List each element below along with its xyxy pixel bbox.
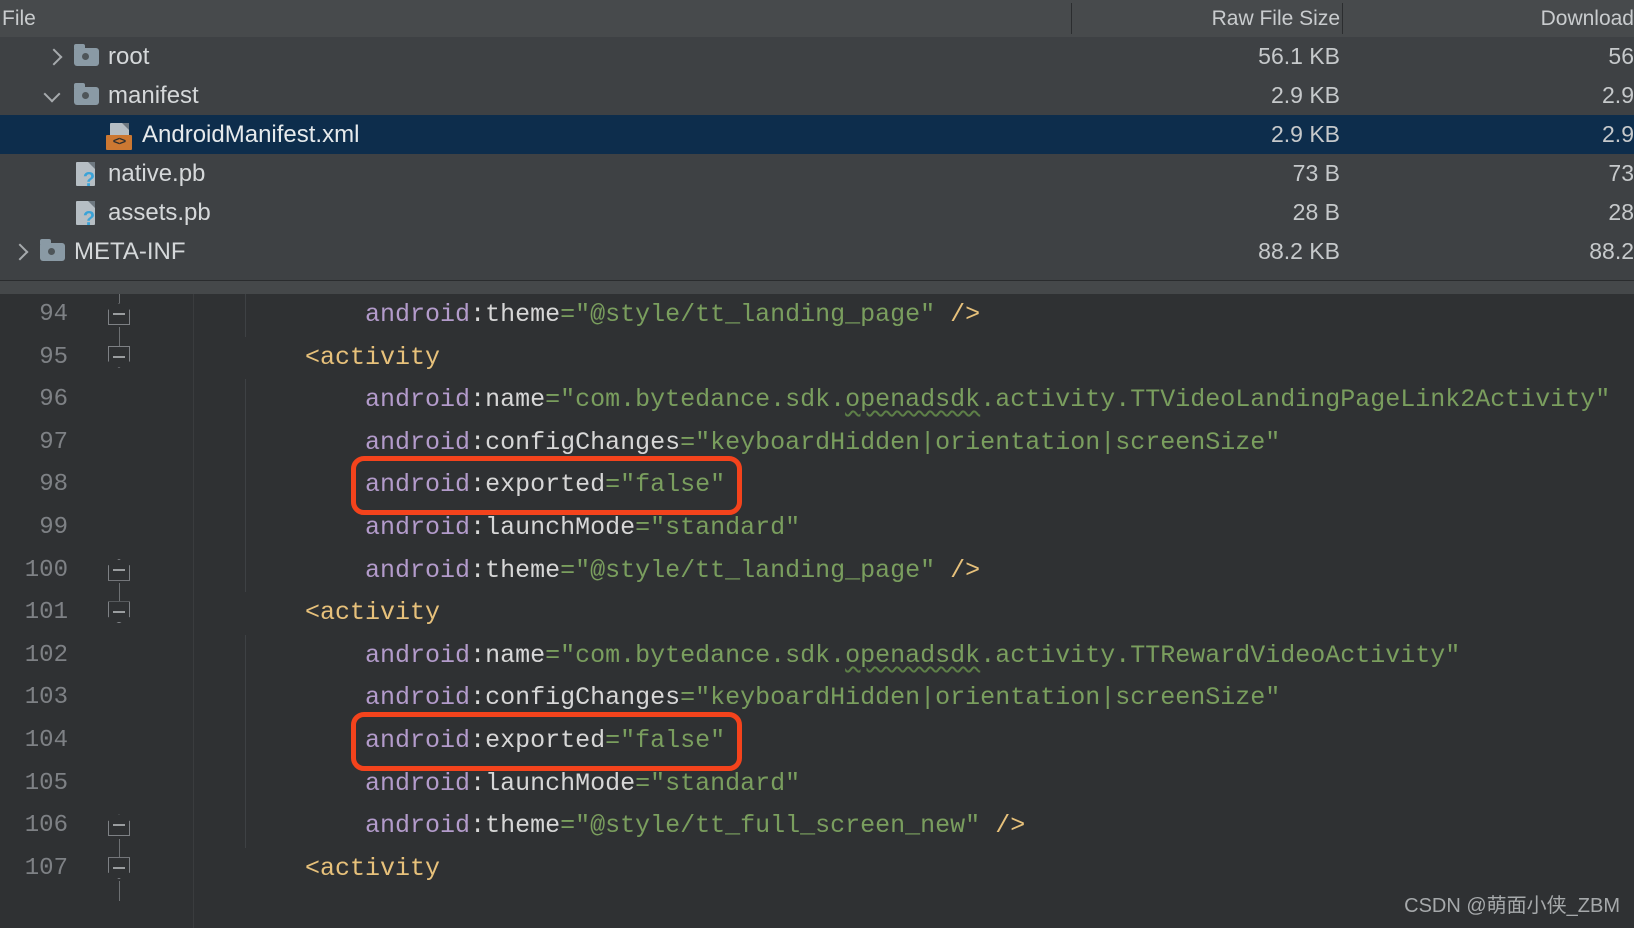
column-header-download-size[interactable]: Download (1346, 0, 1634, 37)
line-number[interactable]: 98 (0, 464, 68, 507)
line-number[interactable]: 100 (0, 550, 68, 593)
code-line-text: android:launchMode="standard" (365, 768, 801, 798)
code-fold-end-icon[interactable] (108, 601, 132, 625)
folder-icon (72, 37, 102, 76)
tree-row-download-size: 73 (1608, 160, 1634, 186)
code-line-text: android:theme="@style/tt_landing_page" /… (365, 300, 981, 329)
line-number[interactable]: 106 (0, 805, 68, 848)
tree-row[interactable]: <> AndroidManifest.xml 2.9 KB 2.9 (0, 115, 1634, 154)
fold-connector-line (119, 327, 121, 346)
code-fold-end-icon[interactable] (108, 345, 132, 370)
editor-line[interactable]: 107 <activity (0, 848, 1634, 891)
tree-row-raw-size: 56.1 KB (1258, 43, 1340, 69)
code-fold-end-icon[interactable] (108, 857, 132, 881)
editor-line[interactable]: 101 <activity (0, 592, 1634, 635)
tree-row[interactable]: root 56.1 KB 56 (0, 37, 1634, 76)
line-number[interactable]: 103 (0, 677, 68, 720)
code-line-text: <activity (305, 598, 441, 628)
code-editor[interactable]: 94 android:theme="@style/tt_landing_page… (0, 294, 1634, 928)
tree-row[interactable]: ? native.pb 73 B 73 (0, 154, 1634, 193)
code-line-text: <activity (305, 853, 441, 883)
code-line-text: android:theme="@style/tt_full_screen_new… (365, 811, 1026, 841)
code-line-text: <activity (305, 342, 441, 372)
tree-row-label: assets.pb (108, 199, 211, 226)
indent-guide (245, 294, 247, 337)
tree-row-label: native.pb (108, 160, 206, 187)
tree-row[interactable]: manifest 2.9 KB 2.9 (0, 76, 1634, 115)
code-line-text: android:exported="false" (365, 726, 726, 755)
tree-row-label: manifest (108, 82, 199, 109)
splitter-line (0, 280, 1634, 281)
code-fold-start-icon[interactable] (108, 814, 132, 838)
line-number[interactable]: 101 (0, 592, 68, 635)
unknown-file-icon: ? (72, 154, 102, 193)
tree-row-download-size: 2.9 (1602, 121, 1634, 147)
editor-line[interactable]: 95 <activity (0, 337, 1634, 380)
tree-row-download-size: 2.9 (1602, 82, 1634, 108)
line-number[interactable]: 94 (0, 294, 68, 337)
chevron-right-icon[interactable] (42, 37, 68, 76)
line-number[interactable]: 95 (0, 337, 68, 380)
code-line-text: android:configChanges="keyboardHidden|or… (365, 683, 1281, 713)
xml-file-icon: <> (106, 115, 136, 154)
unknown-file-icon: ? (72, 193, 102, 232)
watermark-text: CSDN @萌面小侠_ZBM (1404, 895, 1620, 917)
fold-connector-line (119, 881, 121, 902)
code-line-text: android:exported="false" (365, 470, 726, 500)
tree-row-download-size: 28 (1608, 199, 1634, 225)
code-fold-start-icon[interactable] (108, 303, 132, 327)
tree-row-raw-size: 73 B (1292, 160, 1340, 186)
column-divider-1[interactable] (1071, 3, 1072, 34)
fold-connector-line (119, 582, 121, 602)
column-header-file[interactable]: File (0, 0, 1068, 37)
line-number[interactable]: 97 (0, 422, 68, 465)
tree-row[interactable]: ? assets.pb 28 B 28 (0, 193, 1634, 232)
line-number[interactable]: 99 (0, 507, 68, 550)
tree-row-raw-size: 28 B (1292, 199, 1340, 225)
folder-icon (72, 76, 102, 115)
chevron-right-icon[interactable] (8, 232, 34, 271)
tree-row-raw-size: 2.9 KB (1270, 82, 1340, 108)
line-number[interactable]: 107 (0, 848, 68, 891)
tree-row-label: AndroidManifest.xml (142, 121, 360, 148)
tree-row-download-size: 56 (1608, 43, 1634, 69)
fold-connector-line (119, 838, 121, 858)
code-line-text: android:configChanges="keyboardHidden|or… (365, 427, 1281, 457)
tree-row-label: root (108, 43, 150, 70)
tree-row-raw-size: 88.2 KB (1258, 238, 1340, 264)
tree-row-download-size: 88.2 (1589, 238, 1634, 264)
column-divider-2[interactable] (1342, 3, 1343, 34)
tree-row-label: META-INF (74, 238, 186, 265)
chevron-down-icon[interactable] (42, 76, 68, 115)
code-line-text: android:name="com.bytedance.sdk.openadsd… (365, 640, 1461, 670)
code-line-text: android:launchMode="standard" (365, 513, 801, 542)
tree-column-header: File Raw File Size Download (0, 0, 1634, 38)
line-number[interactable]: 104 (0, 720, 68, 763)
line-number[interactable]: 105 (0, 763, 68, 806)
panel-splitter[interactable] (0, 280, 1634, 294)
tree-rows-container: root 56.1 KB 56 manifest 2.9 KB 2.9 <> AndroidM… (0, 37, 1634, 280)
tree-row-raw-size: 2.9 KB (1270, 121, 1340, 147)
folder-icon (38, 232, 68, 271)
indent-guide (245, 379, 247, 593)
gutter-separator (193, 294, 194, 928)
fold-connector-line (119, 294, 121, 304)
apk-analyzer-file-tree: File Raw File Size Download root 56.1 KB 5… (0, 0, 1634, 280)
line-number[interactable]: 102 (0, 635, 68, 678)
line-number[interactable]: 96 (0, 379, 68, 422)
column-header-raw-file-size[interactable]: Raw File Size (1074, 0, 1340, 37)
tree-row[interactable]: META-INF 88.2 KB 88.2 (0, 232, 1634, 271)
indent-guide (245, 634, 247, 848)
code-line-text: android:theme="@style/tt_landing_page" /… (365, 555, 981, 585)
code-line-text: android:name="com.bytedance.sdk.openadsd… (365, 385, 1611, 415)
code-fold-start-icon[interactable] (108, 558, 132, 583)
